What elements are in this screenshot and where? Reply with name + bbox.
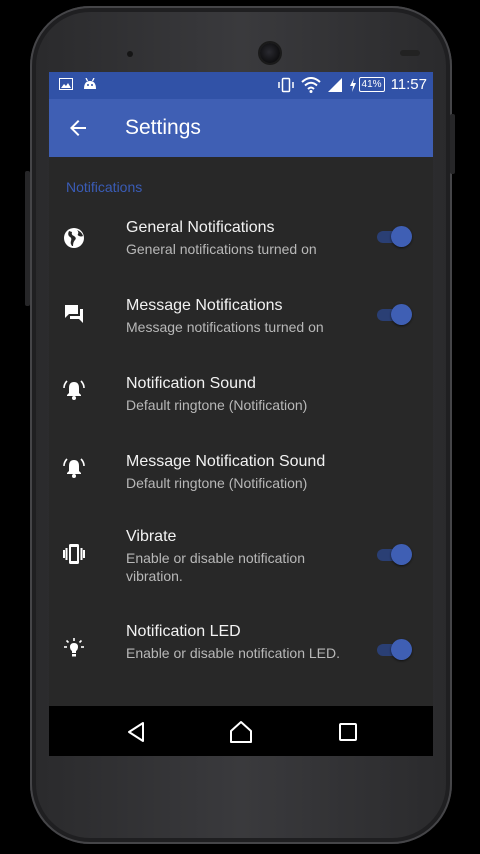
arrow-back-icon[interactable] — [65, 116, 91, 140]
setting-subtitle: Default ringtone (Notification) — [126, 397, 308, 413]
nav-recents-icon[interactable] — [335, 719, 361, 745]
setting-title: Notification Sound — [126, 375, 256, 392]
proximity-sensor — [400, 50, 420, 56]
setting-notification-led[interactable]: Notification LED Enable or disable notif… — [49, 622, 433, 702]
front-camera — [260, 43, 280, 63]
toggle-thumb — [391, 304, 412, 325]
setting-subtitle: Enable or disable notification vibration… — [126, 550, 306, 584]
setting-title: Message Notifications — [126, 297, 283, 314]
setting-message-notifications[interactable]: Message Notifications Message notificati… — [49, 293, 433, 365]
vibrate-toggle[interactable] — [377, 544, 413, 565]
toggle-thumb — [391, 544, 412, 565]
bell-ringing-icon — [63, 458, 85, 478]
screen: 41% 11:57 Settings Notifications General… — [49, 72, 433, 756]
toggle-thumb — [391, 639, 412, 660]
app-bar: Settings — [49, 99, 433, 157]
vibrate-mode-icon — [277, 77, 294, 92]
message-notifications-toggle[interactable] — [377, 304, 413, 325]
status-bar: 41% 11:57 — [49, 72, 433, 99]
setting-title: General Notifications — [126, 219, 275, 236]
image-notification-icon — [59, 78, 73, 90]
front-speaker — [127, 51, 133, 57]
bell-ringing-icon — [63, 380, 85, 400]
setting-title: Notification LED — [126, 623, 241, 640]
general-notifications-toggle[interactable] — [377, 226, 413, 247]
setting-message-notification-sound[interactable]: Message Notification Sound Default ringt… — [49, 449, 433, 521]
cell-signal-icon — [327, 77, 342, 92]
setting-subtitle: Enable or disable notification LED. — [126, 645, 341, 661]
battery-level: 41% — [358, 77, 385, 92]
chat-bubbles-icon — [65, 305, 83, 323]
battery-charging-icon — [349, 77, 356, 92]
setting-title: Vibrate — [126, 528, 177, 545]
setting-vibrate[interactable]: Vibrate Enable or disable notification v… — [49, 527, 433, 607]
notification-led-toggle[interactable] — [377, 639, 413, 660]
clock: 11:57 — [390, 76, 427, 93]
nav-back-icon[interactable] — [123, 719, 149, 745]
lightbulb-icon — [64, 638, 84, 657]
setting-subtitle: General notifications turned on — [126, 241, 317, 257]
vibrate-icon — [63, 544, 85, 564]
navigation-bar — [49, 706, 433, 756]
nav-home-icon[interactable] — [228, 719, 254, 745]
toggle-thumb — [391, 226, 412, 247]
setting-subtitle: Message notifications turned on — [126, 319, 324, 335]
setting-notification-sound[interactable]: Notification Sound Default ringtone (Not… — [49, 371, 433, 443]
setting-subtitle: Default ringtone (Notification) — [126, 475, 308, 491]
globe-icon — [64, 228, 84, 248]
section-header: Notifications — [66, 179, 143, 195]
page-title: Settings — [125, 116, 201, 139]
wifi-icon — [300, 76, 321, 93]
power-button — [25, 171, 30, 306]
setting-title: Message Notification Sound — [126, 453, 326, 470]
android-notification-icon — [84, 78, 96, 89]
volume-button — [450, 114, 455, 174]
setting-general-notifications[interactable]: General Notifications General notificati… — [49, 215, 433, 287]
